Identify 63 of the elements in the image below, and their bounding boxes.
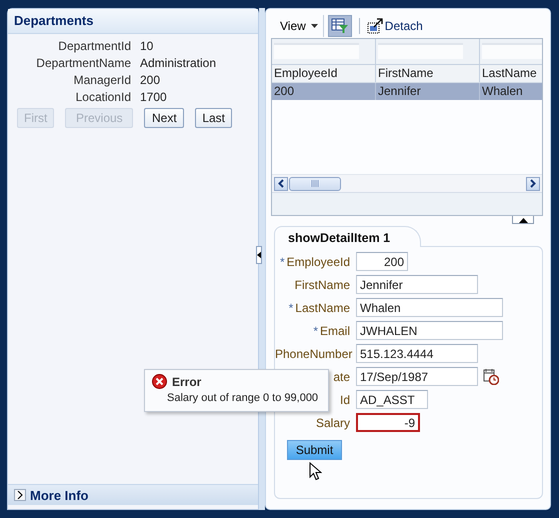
scrollbar-thumb[interactable] bbox=[289, 176, 341, 190]
left-arrow-icon bbox=[257, 251, 261, 259]
field-label: LocationId bbox=[74, 90, 131, 104]
detach-icon bbox=[366, 18, 383, 34]
field-label: Email bbox=[320, 324, 350, 338]
detach-button[interactable]: Detach bbox=[366, 18, 423, 34]
error-icon bbox=[152, 374, 167, 389]
column-header[interactable]: LastName bbox=[480, 65, 542, 82]
filter-field[interactable] bbox=[378, 43, 463, 59]
field-value: 200 bbox=[140, 73, 162, 87]
grip-icon bbox=[310, 180, 320, 187]
dropdown-arrow-icon bbox=[310, 24, 318, 28]
input-field[interactable]: JWHALEN bbox=[356, 321, 503, 340]
collapse-button[interactable] bbox=[512, 216, 534, 224]
filter-field[interactable] bbox=[482, 43, 542, 59]
input-field[interactable]: Whalen bbox=[356, 298, 503, 317]
required-mark: * bbox=[280, 254, 285, 268]
required-mark: * bbox=[288, 300, 294, 314]
error-message: Salary out of range 0 to 99,000 bbox=[167, 392, 320, 404]
popup-title: Error bbox=[172, 374, 202, 388]
right-chevron-icon bbox=[17, 491, 23, 499]
section-title: More Info bbox=[30, 488, 88, 502]
collapse-handle[interactable] bbox=[256, 246, 262, 264]
input-field[interactable]: 17/Sep/1987 bbox=[356, 367, 478, 386]
field-label: PhoneNumber bbox=[275, 346, 352, 360]
table-filter-icon bbox=[330, 18, 349, 34]
submit-button[interactable]: Submit bbox=[287, 440, 342, 460]
field-value: 10 bbox=[140, 39, 154, 53]
field-label: DepartmentId bbox=[57, 39, 131, 53]
field-label: DepartmentName bbox=[35, 56, 131, 70]
field-label: EmployeeId bbox=[286, 254, 350, 268]
input-field[interactable]: 515.123.4444 bbox=[356, 344, 478, 363]
input-field[interactable]: -9 bbox=[356, 413, 420, 432]
field-label: Salary bbox=[316, 416, 350, 430]
filter-field[interactable] bbox=[274, 43, 359, 59]
input-field[interactable]: Jennifer bbox=[356, 275, 478, 294]
calendar-clock-icon[interactable] bbox=[483, 368, 499, 384]
field-label: Id bbox=[340, 392, 350, 406]
column-header[interactable]: FirstName bbox=[376, 65, 480, 82]
field-label: FirstName bbox=[294, 278, 350, 292]
field-label: ate bbox=[333, 370, 350, 384]
required-mark: * bbox=[313, 324, 318, 338]
column-header[interactable]: EmployeeId bbox=[272, 65, 376, 82]
scroll-left-icon bbox=[278, 179, 284, 188]
nav-button[interactable]: Last bbox=[195, 108, 232, 128]
panel-title: Departments bbox=[8, 9, 258, 34]
field-label: ManagerId bbox=[72, 73, 131, 87]
expand-toggle[interactable] bbox=[14, 489, 26, 501]
more-info-bar[interactable]: More Info bbox=[8, 484, 258, 505]
nav-button[interactable]: Next bbox=[144, 108, 184, 128]
table-row[interactable]: 200 Jennifer Whalen bbox=[272, 83, 542, 100]
up-arrow-icon bbox=[518, 218, 528, 223]
filter-toggle-button[interactable] bbox=[328, 14, 352, 36]
field-label: LastName bbox=[295, 300, 350, 314]
mouse-pointer-icon bbox=[309, 462, 322, 481]
horizontal-scrollbar[interactable] bbox=[272, 174, 542, 192]
view-menu[interactable]: View bbox=[271, 14, 324, 36]
field-value: 1700 bbox=[140, 90, 168, 104]
input-field[interactable]: 200 bbox=[356, 252, 408, 271]
scroll-right-icon bbox=[530, 179, 536, 188]
tab[interactable]: showDetailItem 1 bbox=[274, 226, 422, 247]
field-value: Administration bbox=[140, 56, 218, 70]
input-field[interactable]: AD_ASST bbox=[356, 390, 428, 409]
